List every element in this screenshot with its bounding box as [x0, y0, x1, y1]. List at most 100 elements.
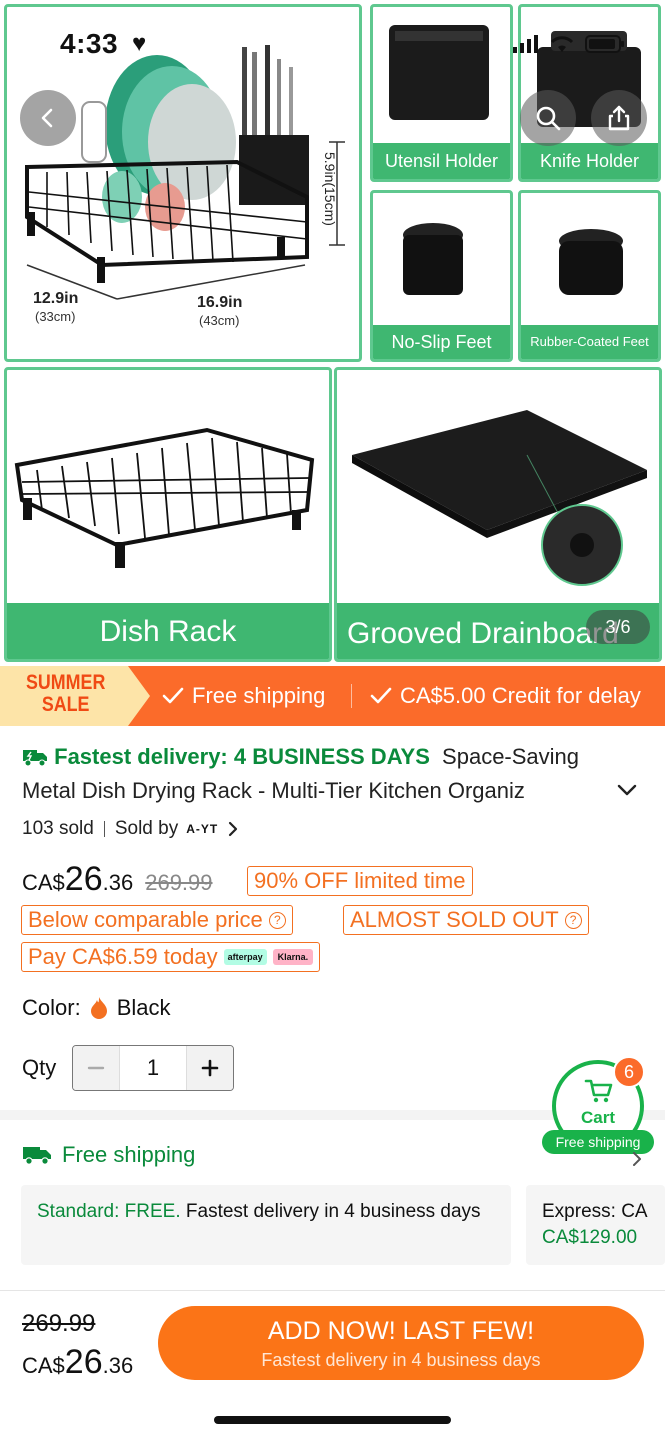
status-icons — [513, 34, 625, 54]
qty-decrease-button[interactable] — [73, 1046, 119, 1090]
title-line2: Metal Dish Drying Rack - Multi-Tier Kitc… — [22, 778, 525, 803]
pay-later-tag[interactable]: Pay CA$6.59 today afterpay Klarna. — [21, 942, 321, 972]
price-integer: 26 — [64, 860, 103, 898]
image-page-indicator: 3/6 — [586, 610, 650, 644]
utensil-holder-label: Utensil Holder — [373, 143, 510, 179]
fast-truck-icon — [23, 750, 47, 767]
main-product-image[interactable]: 5.9in(15cm) 12.9in (33cm) 16.9in (43cm) — [4, 4, 362, 362]
promo-banner[interactable]: SUMMER SALE Free shipping CA$5.00 Credit… — [0, 666, 665, 726]
promo-credit: CA$5.00 Credit for delay — [370, 666, 641, 726]
afterpay-logo: afterpay — [223, 949, 267, 965]
utensil-holder-illustration — [389, 25, 489, 120]
drainboard-illustration — [352, 410, 647, 586]
bottom-price-integer: 26 — [64, 1343, 103, 1381]
utensil-holder-image[interactable]: Utensil Holder — [370, 4, 513, 182]
almost-sold-out-text: ALMOST SOLD OUT — [350, 907, 559, 932]
truck-icon — [23, 1147, 51, 1165]
sold-by-label: Sold by — [114, 818, 179, 839]
cart-label: Cart — [580, 1108, 615, 1127]
check-icon — [370, 687, 392, 704]
klarna-logo: Klarna. — [272, 949, 314, 965]
check-icon — [162, 687, 184, 704]
color-value: Black — [116, 995, 171, 1020]
chevron-right-icon — [229, 821, 238, 837]
almost-sold-out-tag[interactable]: ALMOST SOLD OUT ? — [343, 905, 589, 935]
battery-icon — [585, 35, 624, 53]
qty-label: Qty — [22, 1055, 57, 1080]
flame-icon — [90, 997, 107, 1019]
quantity-row: Qty 1 — [22, 1045, 234, 1091]
discount-tag: 90% OFF limited time — [247, 866, 473, 896]
color-label: Color: — [22, 995, 81, 1020]
qty-increase-button[interactable] — [187, 1046, 233, 1090]
no-slip-feet-label: No-Slip Feet — [373, 325, 510, 359]
cta-main-text: ADD NOW! LAST FEW! — [267, 1317, 535, 1345]
express-label: Express: CA — [542, 1201, 648, 1222]
original-price: 269.99 — [145, 870, 213, 895]
sold-info-row[interactable]: 103 sold Sold by A-YT — [22, 818, 240, 840]
shipping-header[interactable]: Free shipping — [22, 1142, 195, 1168]
price-currency: CA$ — [22, 870, 65, 895]
dim-height-label: 5.9in(15cm) — [322, 152, 338, 226]
summer-sale-line2: SALE — [41, 693, 90, 716]
dish-rack-image[interactable]: Dish Rack — [4, 367, 332, 662]
rubber-feet-image[interactable]: Rubber-Coated Feet — [518, 190, 661, 362]
qty-value[interactable]: 1 — [119, 1046, 187, 1090]
add-to-cart-button[interactable]: ADD NOW! LAST FEW! Fastest delivery in 4… — [158, 1306, 644, 1380]
search-icon — [536, 106, 561, 131]
share-icon — [608, 105, 630, 131]
product-image-gallery[interactable]: 5.9in(15cm) 12.9in (33cm) 16.9in (43cm) … — [0, 0, 665, 665]
search-button[interactable] — [520, 90, 576, 146]
promo-credit-text: CA$5.00 Credit for delay — [400, 683, 641, 708]
sold-divider — [103, 821, 105, 837]
shipping-heading-text: Free shipping — [62, 1142, 196, 1167]
title-line1: Space-Saving — [442, 744, 580, 769]
promo-free-shipping: Free shipping — [162, 666, 325, 726]
price-row: CA$ 26 .36 269.99 — [22, 860, 213, 899]
bottom-price-currency: CA$ — [22, 1353, 65, 1378]
promo-divider — [351, 684, 352, 708]
express-shipping-card[interactable]: Express: CA CA$129.00 — [526, 1185, 665, 1265]
promo-free-shipping-text: Free shipping — [192, 683, 326, 708]
knife-holder-label: Knife Holder — [521, 143, 658, 179]
minus-icon — [87, 1066, 105, 1070]
info-question-icon: ? — [564, 911, 582, 929]
quantity-stepper[interactable]: 1 — [72, 1045, 234, 1091]
no-slip-feet-illustration — [403, 223, 463, 295]
bottom-bar-divider — [0, 1290, 665, 1291]
wifi-icon — [550, 36, 574, 52]
cta-sub-text: Fastest delivery in 4 business days — [261, 1350, 541, 1370]
no-slip-feet-image[interactable]: No-Slip Feet — [370, 190, 513, 362]
seller-logo[interactable]: A-YT — [186, 822, 218, 836]
express-price: CA$129.00 — [542, 1227, 638, 1248]
pay-later-text: Pay CA$6.59 today — [28, 944, 218, 969]
below-comparable-tag[interactable]: Below comparable price ? — [21, 905, 293, 935]
bottom-original-price: 269.99 — [22, 1310, 96, 1337]
share-button[interactable] — [591, 90, 647, 146]
chevron-right-icon[interactable] — [630, 1150, 644, 1168]
product-title[interactable]: Fastest delivery: 4 BUSINESS DAYS Space-… — [22, 740, 622, 808]
info-question-icon: ? — [268, 911, 286, 929]
cart-icon — [584, 1079, 613, 1103]
dim-width-label: 16.9in — [197, 294, 243, 311]
discount-tag-text: 90% OFF limited time — [254, 868, 466, 893]
chevron-left-icon — [41, 108, 53, 128]
heart-icon: ♥ — [132, 30, 147, 57]
color-selector[interactable]: Color: Black — [22, 995, 170, 1021]
dim-depth-label: 12.9in — [33, 290, 79, 307]
standard-shipping-card[interactable]: Standard: FREE. Fastest delivery in 4 bu… — [21, 1185, 511, 1265]
home-indicator[interactable] — [214, 1416, 451, 1424]
status-time: 4:33 — [60, 28, 119, 59]
rubber-feet-label: Rubber-Coated Feet — [521, 325, 658, 359]
price-decimal: .36 — [102, 870, 134, 895]
signal-icon — [513, 35, 538, 53]
summer-sale-line1: SUMMER — [26, 671, 106, 694]
expand-title-chevron-icon[interactable] — [614, 780, 640, 800]
below-comparable-text: Below comparable price — [28, 907, 263, 932]
standard-label: Standard: FREE. — [37, 1201, 181, 1222]
back-button[interactable] — [20, 90, 76, 146]
summer-sale-text: SUMMER SALE — [26, 672, 105, 716]
plus-icon — [201, 1059, 219, 1077]
fast-delivery-text: Fastest delivery: 4 BUSINESS DAYS — [54, 744, 430, 769]
dim-width-cm-label: (43cm) — [199, 313, 240, 328]
